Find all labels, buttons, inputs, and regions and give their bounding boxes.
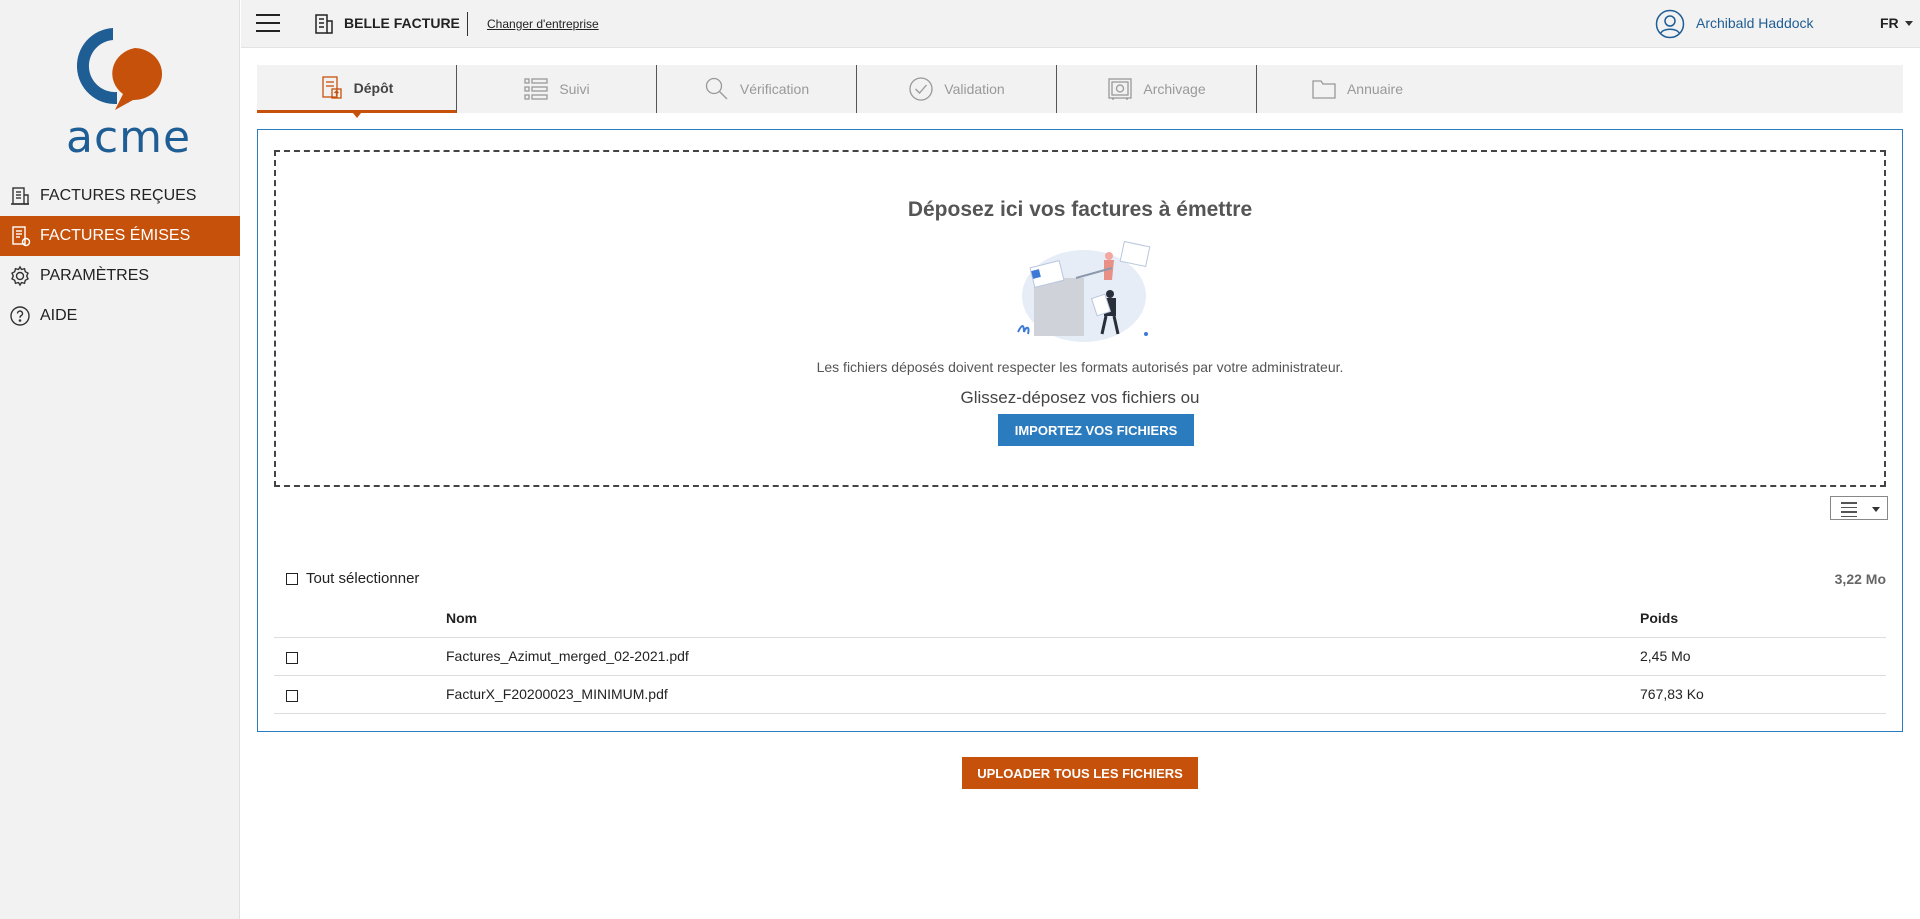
invoice-euro-icon: [8, 224, 32, 248]
tab-annuaire[interactable]: Annuaire: [1257, 65, 1457, 113]
tab-label: Dépôt: [353, 79, 394, 96]
checkbox[interactable]: [286, 572, 298, 585]
file-dropzone[interactable]: Déposez ici vos factures à émettre Les f…: [274, 150, 1886, 487]
sidebar-item-parametres[interactable]: PARAMÈTRES: [0, 256, 240, 296]
building-icon: [312, 12, 336, 41]
sidebar-nav: FACTURES REÇUES FACTURES ÉMISES PARAMÈTR…: [0, 176, 240, 336]
safe-icon: [1107, 76, 1133, 102]
file-size: 2,45 Mo: [1640, 648, 1691, 664]
tab-depot[interactable]: Dépôt: [257, 65, 457, 118]
dropzone-drag-text: Glissez-déposez vos fichiers ou: [960, 388, 1200, 407]
chevron-down-icon: [1872, 507, 1880, 512]
table-header: Nom Poids: [274, 600, 1886, 638]
search-icon: [704, 76, 730, 102]
tab-suivi[interactable]: Suivi: [457, 65, 657, 113]
column-header-size[interactable]: Poids: [1640, 610, 1678, 626]
tab-label: Suivi: [559, 81, 590, 97]
dropzone-note: Les fichiers déposés doivent respecter l…: [816, 359, 1344, 375]
help-icon: [8, 304, 32, 328]
file-size: 767,83 Ko: [1640, 686, 1704, 702]
sidebar-item-aide[interactable]: AIDE: [0, 296, 240, 336]
tab-label: Validation: [944, 81, 1005, 97]
user-avatar-icon[interactable]: [1655, 9, 1685, 44]
tab-validation[interactable]: Validation: [857, 65, 1057, 113]
tab-archivage[interactable]: Archivage: [1057, 65, 1257, 113]
file-name: Factures_Azimut_merged_02-2021.pdf: [446, 648, 689, 664]
building-invoice-icon: [8, 184, 32, 208]
sidebar-item-label: FACTURES ÉMISES: [40, 227, 191, 244]
tab-verification[interactable]: Vérification: [657, 65, 857, 113]
tab-label: Vérification: [739, 81, 810, 97]
list-icon: [523, 76, 549, 102]
sidebar-item-label: FACTURES REÇUES: [40, 187, 197, 204]
divider: [467, 12, 468, 36]
row-checkbox[interactable]: [286, 690, 298, 702]
change-company-link[interactable]: Changer d'entreprise: [487, 17, 599, 31]
tab-label: Annuaire: [1346, 81, 1404, 97]
check-circle-icon: [908, 76, 934, 102]
user-name[interactable]: Archibald Haddock: [1696, 15, 1814, 31]
column-header-name[interactable]: Nom: [446, 610, 477, 626]
gear-icon: [8, 264, 32, 288]
deposit-panel: Déposez ici vos factures à émettre Les f…: [257, 129, 1903, 732]
select-all-label: Tout sélectionner: [306, 570, 420, 587]
view-mode-toggle[interactable]: [1830, 496, 1888, 520]
list-view-icon: [1841, 502, 1857, 520]
total-size: 3,22 Mo: [1834, 571, 1886, 587]
menu-icon[interactable]: [256, 14, 280, 34]
upload-illustration: [1006, 236, 1166, 346]
chevron-down-icon: [1905, 21, 1913, 26]
logo-text: acme: [66, 112, 192, 163]
tab-label: Archivage: [1143, 81, 1206, 97]
folder-icon: [1311, 77, 1337, 101]
upload-all-files-button[interactable]: UPLOADER TOUS LES FICHIERS: [962, 757, 1198, 789]
files-table: Nom Poids Factures_Azimut_merged_02-2021…: [274, 600, 1886, 714]
import-files-button[interactable]: IMPORTEZ VOS FICHIERS: [998, 414, 1194, 446]
sidebar-item-factures-emises[interactable]: FACTURES ÉMISES: [0, 216, 240, 256]
file-name: FacturX_F20200023_MINIMUM.pdf: [446, 686, 668, 702]
select-all-checkbox[interactable]: Tout sélectionner: [286, 570, 419, 587]
sidebar-item-label: PARAMÈTRES: [40, 267, 150, 284]
sidebar-item-factures-recues[interactable]: FACTURES REÇUES: [0, 176, 240, 216]
sidebar: acme FACTURES REÇUES FACTURES ÉMISES PAR…: [0, 0, 240, 919]
table-row[interactable]: Factures_Azimut_merged_02-2021.pdf 2,45 …: [274, 638, 1886, 676]
company-name: BELLE FACTURE: [344, 15, 460, 31]
row-checkbox[interactable]: [286, 652, 298, 664]
sidebar-item-label: AIDE: [40, 307, 78, 324]
table-row[interactable]: FacturX_F20200023_MINIMUM.pdf 767,83 Ko: [274, 676, 1886, 714]
language-selector[interactable]: FR: [1880, 15, 1899, 31]
workflow-tabs: Dépôt Suivi Vérification Validation Arch…: [257, 65, 1903, 118]
deposit-icon: [320, 75, 344, 101]
top-bar: BELLE FACTURE Changer d'entreprise Archi…: [241, 0, 1920, 48]
dropzone-title: Déposez ici vos factures à émettre: [907, 198, 1253, 221]
